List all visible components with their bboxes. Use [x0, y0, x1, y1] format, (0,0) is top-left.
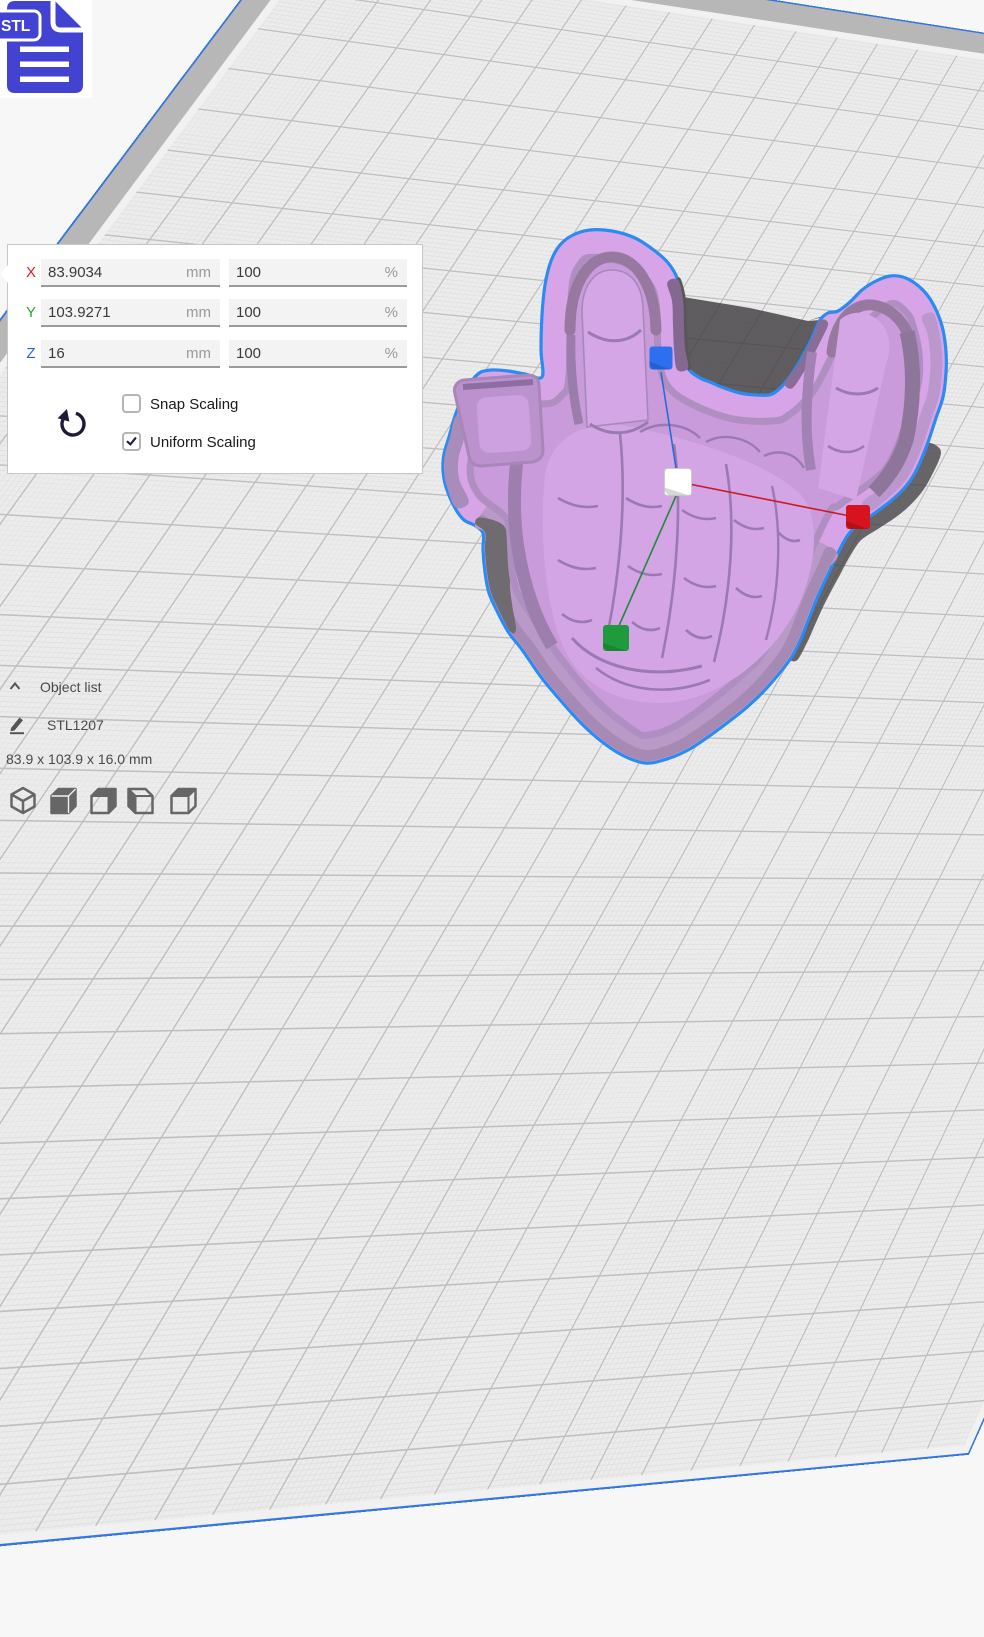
svg-text:STL: STL [1, 18, 30, 35]
